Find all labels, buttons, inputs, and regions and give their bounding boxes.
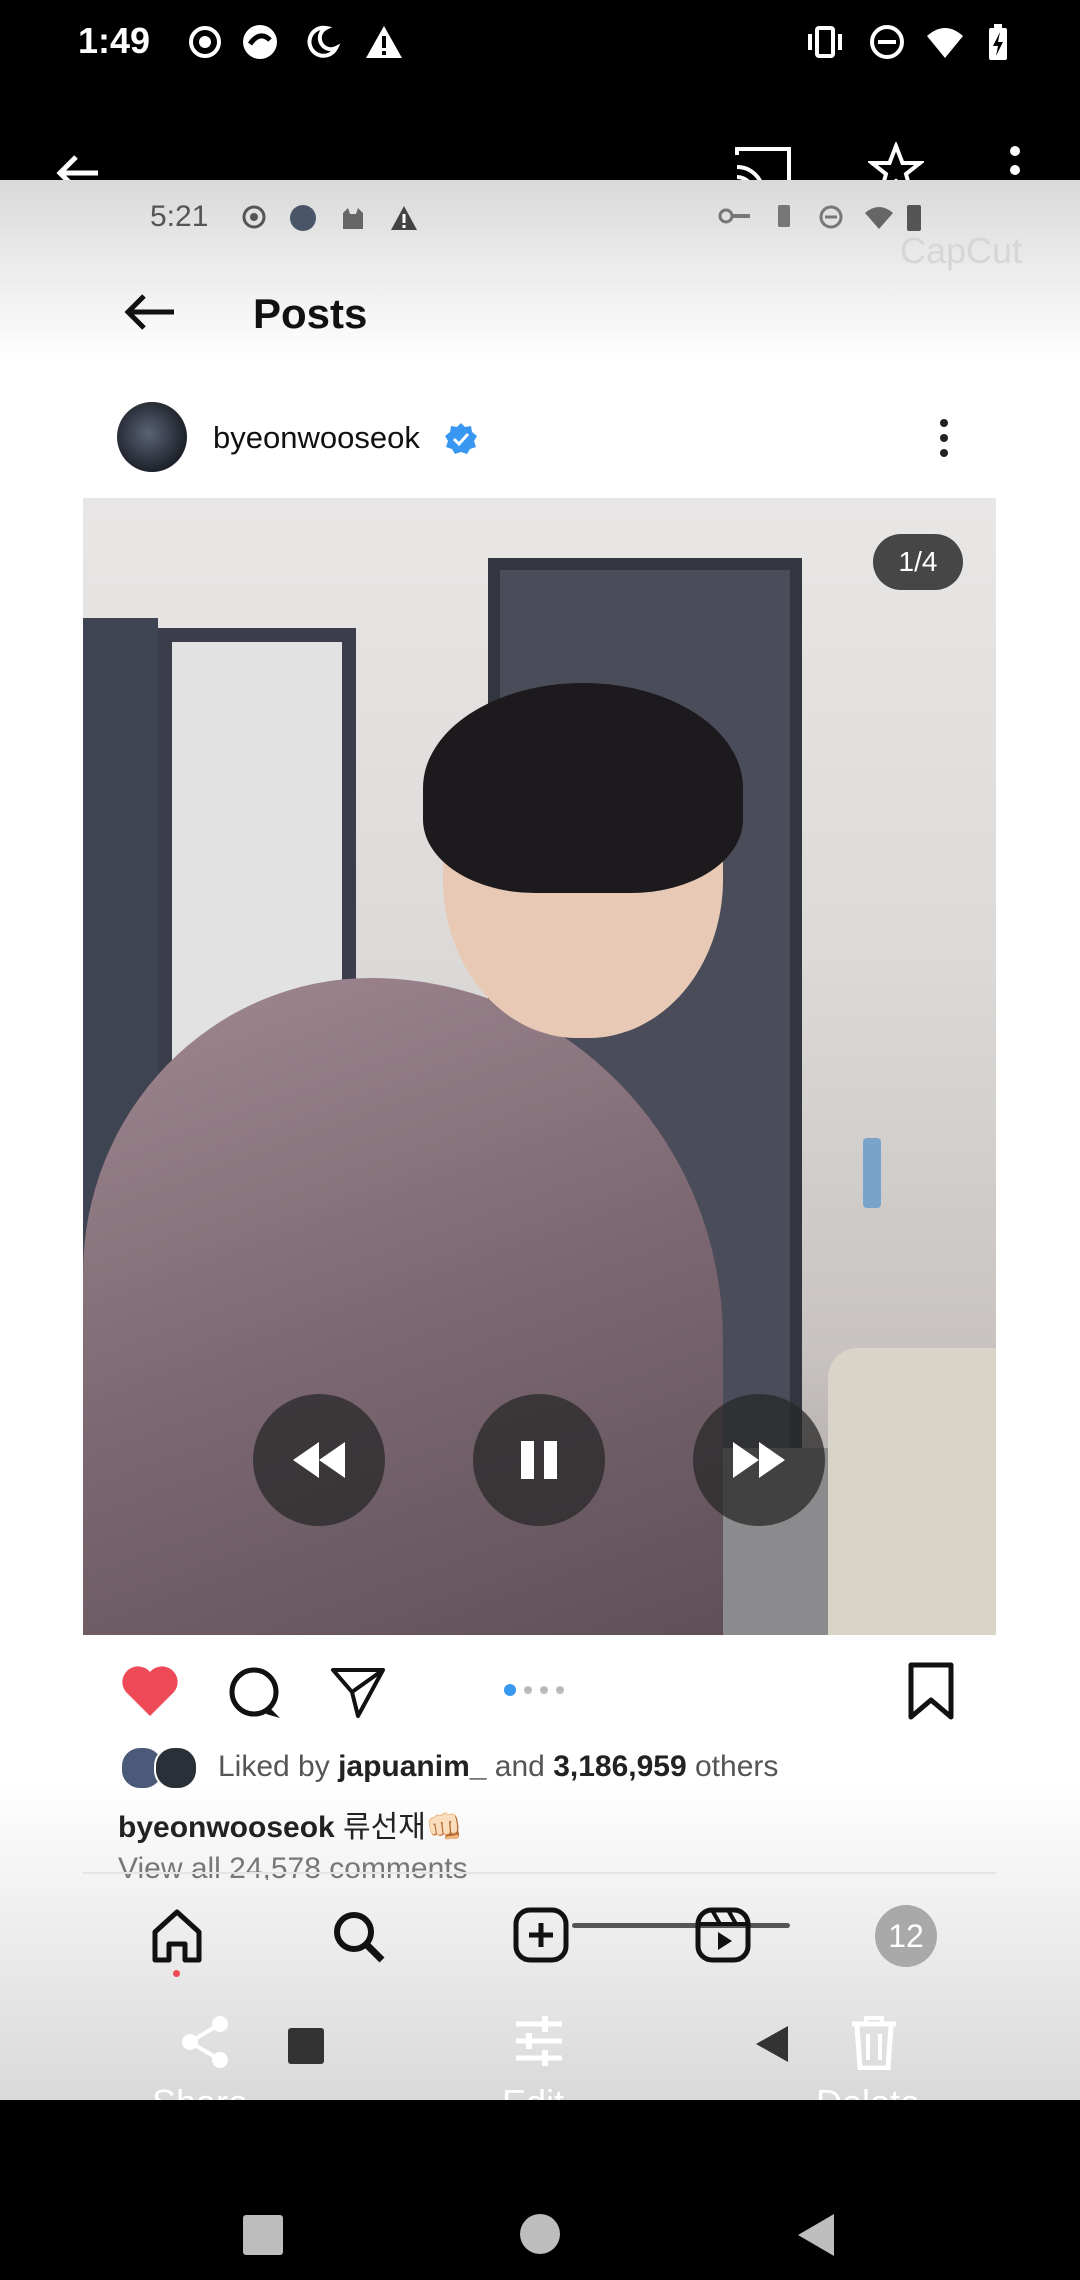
carousel-dot bbox=[524, 1686, 532, 1694]
likes-suffix: others bbox=[686, 1750, 779, 1783]
liker-avatar bbox=[154, 1746, 198, 1790]
post-author-avatar[interactable] bbox=[117, 402, 187, 472]
fast-forward-button[interactable] bbox=[693, 1394, 825, 1526]
photo-bottle bbox=[863, 1138, 881, 1208]
create-post-icon[interactable] bbox=[512, 1906, 570, 1964]
likes-summary[interactable]: Liked by japuanim_ and 3,186,959 others bbox=[218, 1750, 778, 1784]
wifi-icon bbox=[927, 28, 963, 58]
reels-icon[interactable] bbox=[694, 1906, 752, 1964]
home-circle-icon[interactable] bbox=[520, 2214, 560, 2254]
back-triangle-overlay-icon bbox=[756, 2026, 788, 2062]
rewind-button[interactable] bbox=[253, 1394, 385, 1526]
vibrate-icon bbox=[808, 26, 842, 58]
save-bookmark-icon[interactable] bbox=[906, 1662, 956, 1720]
carousel-dot bbox=[556, 1686, 564, 1694]
inner-vibrate-icon bbox=[778, 205, 790, 227]
scrub-bar bbox=[572, 1923, 790, 1928]
recents-square-icon[interactable] bbox=[243, 2215, 283, 2255]
post-options-icon[interactable] bbox=[932, 416, 956, 460]
likes-and: and bbox=[486, 1750, 554, 1783]
carousel-dot-active bbox=[504, 1684, 516, 1696]
record-icon bbox=[189, 26, 221, 58]
inner-record-icon bbox=[242, 205, 266, 229]
carousel-dot bbox=[540, 1686, 548, 1694]
share-paper-plane-icon[interactable] bbox=[330, 1664, 386, 1720]
inner-cat-icon bbox=[343, 208, 363, 229]
inner-status-icons bbox=[240, 203, 420, 233]
verified-badge-icon bbox=[445, 423, 477, 454]
inner-warning-icon bbox=[391, 206, 417, 230]
bottom-nav-divider bbox=[83, 1872, 996, 1874]
pause-icon bbox=[521, 1441, 557, 1479]
post-author-username[interactable]: byeonwooseok bbox=[213, 420, 420, 456]
capcut-watermark: CapCut bbox=[900, 230, 1023, 271]
inner-dnd-icon bbox=[819, 205, 843, 229]
likes-count: 3,186,959 bbox=[553, 1750, 687, 1783]
post-photo[interactable]: 1/4 bbox=[83, 498, 996, 1635]
inner-wifi-icon bbox=[865, 207, 893, 229]
inner-status-time: 5:21 bbox=[150, 200, 209, 233]
liked-by-avatars bbox=[120, 1746, 204, 1790]
system-nav-bar bbox=[0, 2100, 1080, 2280]
carousel-dots bbox=[504, 1684, 584, 1696]
fast-forward-icon bbox=[733, 1442, 785, 1478]
back-triangle-icon[interactable] bbox=[796, 2212, 836, 2258]
battery-charging-icon bbox=[989, 24, 1007, 60]
edit-sliders-icon[interactable] bbox=[512, 2014, 566, 2068]
gallery-actions: Share Edit Delete bbox=[0, 2000, 1080, 2123]
delete-trash-icon[interactable] bbox=[850, 2014, 898, 2070]
inner-app-icon bbox=[290, 205, 316, 231]
like-heart-icon[interactable] bbox=[120, 1664, 180, 1718]
rewind-icon bbox=[293, 1442, 345, 1478]
caption-username[interactable]: byeonwooseok bbox=[118, 1811, 335, 1844]
pause-button[interactable] bbox=[473, 1394, 605, 1526]
profile-avatar-badge[interactable]: 12 bbox=[875, 1905, 937, 1967]
share-icon[interactable] bbox=[178, 2014, 232, 2070]
dnd-icon bbox=[870, 25, 904, 59]
media-frame: 5:21 CapCut Posts byeonwooseok 1/4 Liked… bbox=[0, 180, 1080, 2100]
viewer-toolbar bbox=[0, 120, 1080, 198]
posts-back-arrow-icon[interactable] bbox=[122, 292, 178, 332]
photo-hair bbox=[423, 683, 743, 893]
inner-status-right-icons bbox=[718, 202, 928, 232]
photo-towel bbox=[828, 1348, 996, 1635]
liked-by-username[interactable]: japuanim_ bbox=[338, 1750, 486, 1783]
warning-icon bbox=[366, 26, 402, 58]
home-notification-dot bbox=[173, 1970, 180, 1977]
comment-bubble-icon[interactable] bbox=[226, 1664, 284, 1722]
view-comments-link[interactable]: View all 24,578 comments bbox=[118, 1852, 468, 1880]
status-bar: 1:49 bbox=[0, 0, 1080, 90]
inner-key-icon bbox=[718, 208, 750, 224]
app-notification-icon bbox=[243, 25, 277, 59]
do-not-disturb-moon-icon bbox=[307, 25, 341, 58]
stop-square-overlay bbox=[288, 2028, 324, 2064]
post-caption: byeonwooseok 류선재👊🏻 bbox=[118, 1802, 463, 1846]
image-counter-badge: 1/4 bbox=[873, 534, 963, 590]
search-icon[interactable] bbox=[330, 1908, 386, 1964]
posts-header-title: Posts bbox=[253, 290, 368, 337]
status-time: 1:49 bbox=[78, 20, 151, 61]
inner-battery-icon bbox=[907, 205, 921, 231]
likes-prefix: Liked by bbox=[218, 1750, 339, 1783]
caption-text: 류선재👊🏻 bbox=[334, 1811, 464, 1844]
home-icon[interactable] bbox=[150, 1908, 204, 1964]
